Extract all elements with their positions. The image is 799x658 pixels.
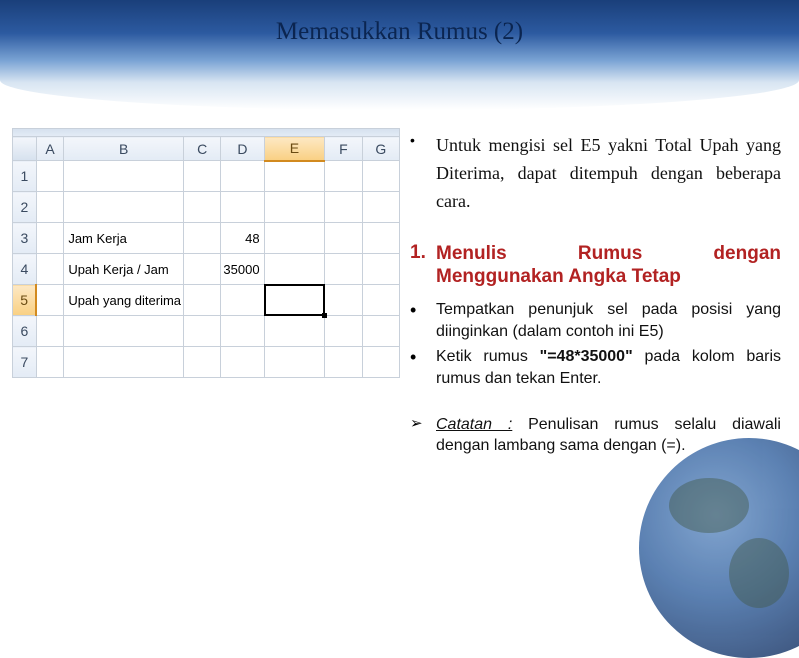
cell-D2[interactable] (221, 192, 264, 223)
cell-G2[interactable] (362, 192, 399, 223)
row-header-1[interactable]: 1 (13, 161, 37, 192)
cell-F6[interactable] (325, 316, 362, 347)
cell-G6[interactable] (362, 316, 399, 347)
row-header-5[interactable]: 5 (13, 285, 37, 316)
cell-C6[interactable] (184, 316, 221, 347)
col-header-E[interactable]: E (264, 137, 325, 161)
row-header-4[interactable]: 4 (13, 254, 37, 285)
method-heading: 1. Menulis Rumus dengan Menggunakan Angk… (410, 242, 781, 290)
cell-B2[interactable] (64, 192, 184, 223)
cell-F4[interactable] (325, 254, 362, 285)
step-2-formula: "=48*35000" (540, 348, 633, 365)
cell-F2[interactable] (325, 192, 362, 223)
cell-E4[interactable] (264, 254, 325, 285)
step-1-bullet: • (410, 299, 436, 342)
cell-D7[interactable] (221, 347, 264, 378)
cell-C4[interactable] (184, 254, 221, 285)
cell-E3[interactable] (264, 223, 325, 254)
cell-B5[interactable]: Upah yang diterima (64, 285, 184, 316)
cell-A1[interactable] (36, 161, 64, 192)
note-text: Catatan : Penulisan rumus selalu diawali… (436, 414, 781, 457)
cell-F1[interactable] (325, 161, 362, 192)
cell-A7[interactable] (36, 347, 64, 378)
cell-A2[interactable] (36, 192, 64, 223)
cell-D6[interactable] (221, 316, 264, 347)
cell-A6[interactable] (36, 316, 64, 347)
select-all-corner[interactable] (13, 137, 37, 161)
spreadsheet-grid: A B C D E F G 1 2 3 Jam Kerja 48 4 Upah (12, 136, 400, 378)
cell-A4[interactable] (36, 254, 64, 285)
intro-text: Untuk mengisi sel E5 yakni Total Upah ya… (436, 132, 781, 216)
cell-D4[interactable]: 35000 (221, 254, 264, 285)
heading-line1: Menulis Rumus dengan (436, 243, 781, 264)
intro-bullet: • (410, 132, 436, 216)
cell-B1[interactable] (64, 161, 184, 192)
cell-F5[interactable] (325, 285, 362, 316)
step-2: • Ketik rumus "=48*35000" pada kolom bar… (410, 346, 781, 389)
col-header-G[interactable]: G (362, 137, 399, 161)
step-2-text: Ketik rumus "=48*35000" pada kolom baris… (436, 346, 781, 389)
cell-A5[interactable] (36, 285, 64, 316)
cell-G5[interactable] (362, 285, 399, 316)
note-block: ➢ Catatan : Penulisan rumus selalu diawa… (410, 414, 781, 457)
cell-D3[interactable]: 48 (221, 223, 264, 254)
cell-G7[interactable] (362, 347, 399, 378)
cell-G1[interactable] (362, 161, 399, 192)
cell-E6[interactable] (264, 316, 325, 347)
col-header-B[interactable]: B (64, 137, 184, 161)
cell-E5-active[interactable] (264, 285, 325, 316)
cell-B6[interactable] (64, 316, 184, 347)
step-2-a: Ketik rumus (436, 348, 540, 365)
cell-E2[interactable] (264, 192, 325, 223)
step-1-text: Tempatkan penunjuk sel pada posisi yang … (436, 299, 781, 342)
cell-A3[interactable] (36, 223, 64, 254)
cell-G3[interactable] (362, 223, 399, 254)
step-1: • Tempatkan penunjuk sel pada posisi yan… (410, 299, 781, 342)
col-header-D[interactable]: D (221, 137, 264, 161)
cell-B3[interactable]: Jam Kerja (64, 223, 184, 254)
cell-C5[interactable] (184, 285, 221, 316)
cell-C1[interactable] (184, 161, 221, 192)
cell-C2[interactable] (184, 192, 221, 223)
text-content: • Untuk mengisi sel E5 yakni Total Upah … (410, 132, 781, 457)
cell-C3[interactable] (184, 223, 221, 254)
slide-title: Memasukkan Rumus (2) (0, 18, 799, 46)
row-header-7[interactable]: 7 (13, 347, 37, 378)
spreadsheet-screenshot: A B C D E F G 1 2 3 Jam Kerja 48 4 Upah (12, 128, 400, 378)
cell-B4[interactable]: Upah Kerja / Jam (64, 254, 184, 285)
row-header-2[interactable]: 2 (13, 192, 37, 223)
col-header-F[interactable]: F (325, 137, 362, 161)
step-2-bullet: • (410, 346, 436, 389)
row-header-3[interactable]: 3 (13, 223, 37, 254)
cell-F3[interactable] (325, 223, 362, 254)
cell-G4[interactable] (362, 254, 399, 285)
sheet-top-bar (12, 128, 400, 136)
col-header-A[interactable]: A (36, 137, 64, 161)
heading-text: Menulis Rumus dengan Menggunakan Angka T… (436, 242, 781, 290)
row-header-6[interactable]: 6 (13, 316, 37, 347)
globe-decoration (639, 438, 799, 658)
cell-D1[interactable] (221, 161, 264, 192)
cell-B7[interactable] (64, 347, 184, 378)
heading-line2: Menggunakan Angka Tetap (436, 265, 781, 289)
cell-F7[interactable] (325, 347, 362, 378)
cell-E7[interactable] (264, 347, 325, 378)
cell-C7[interactable] (184, 347, 221, 378)
heading-number: 1. (410, 242, 436, 290)
slide-background-wave (0, 0, 799, 110)
col-header-C[interactable]: C (184, 137, 221, 161)
note-arrow-icon: ➢ (410, 414, 436, 457)
intro-block: • Untuk mengisi sel E5 yakni Total Upah … (410, 132, 781, 216)
cell-D5[interactable] (221, 285, 264, 316)
cell-E1[interactable] (264, 161, 325, 192)
note-label: Catatan : (436, 416, 512, 433)
